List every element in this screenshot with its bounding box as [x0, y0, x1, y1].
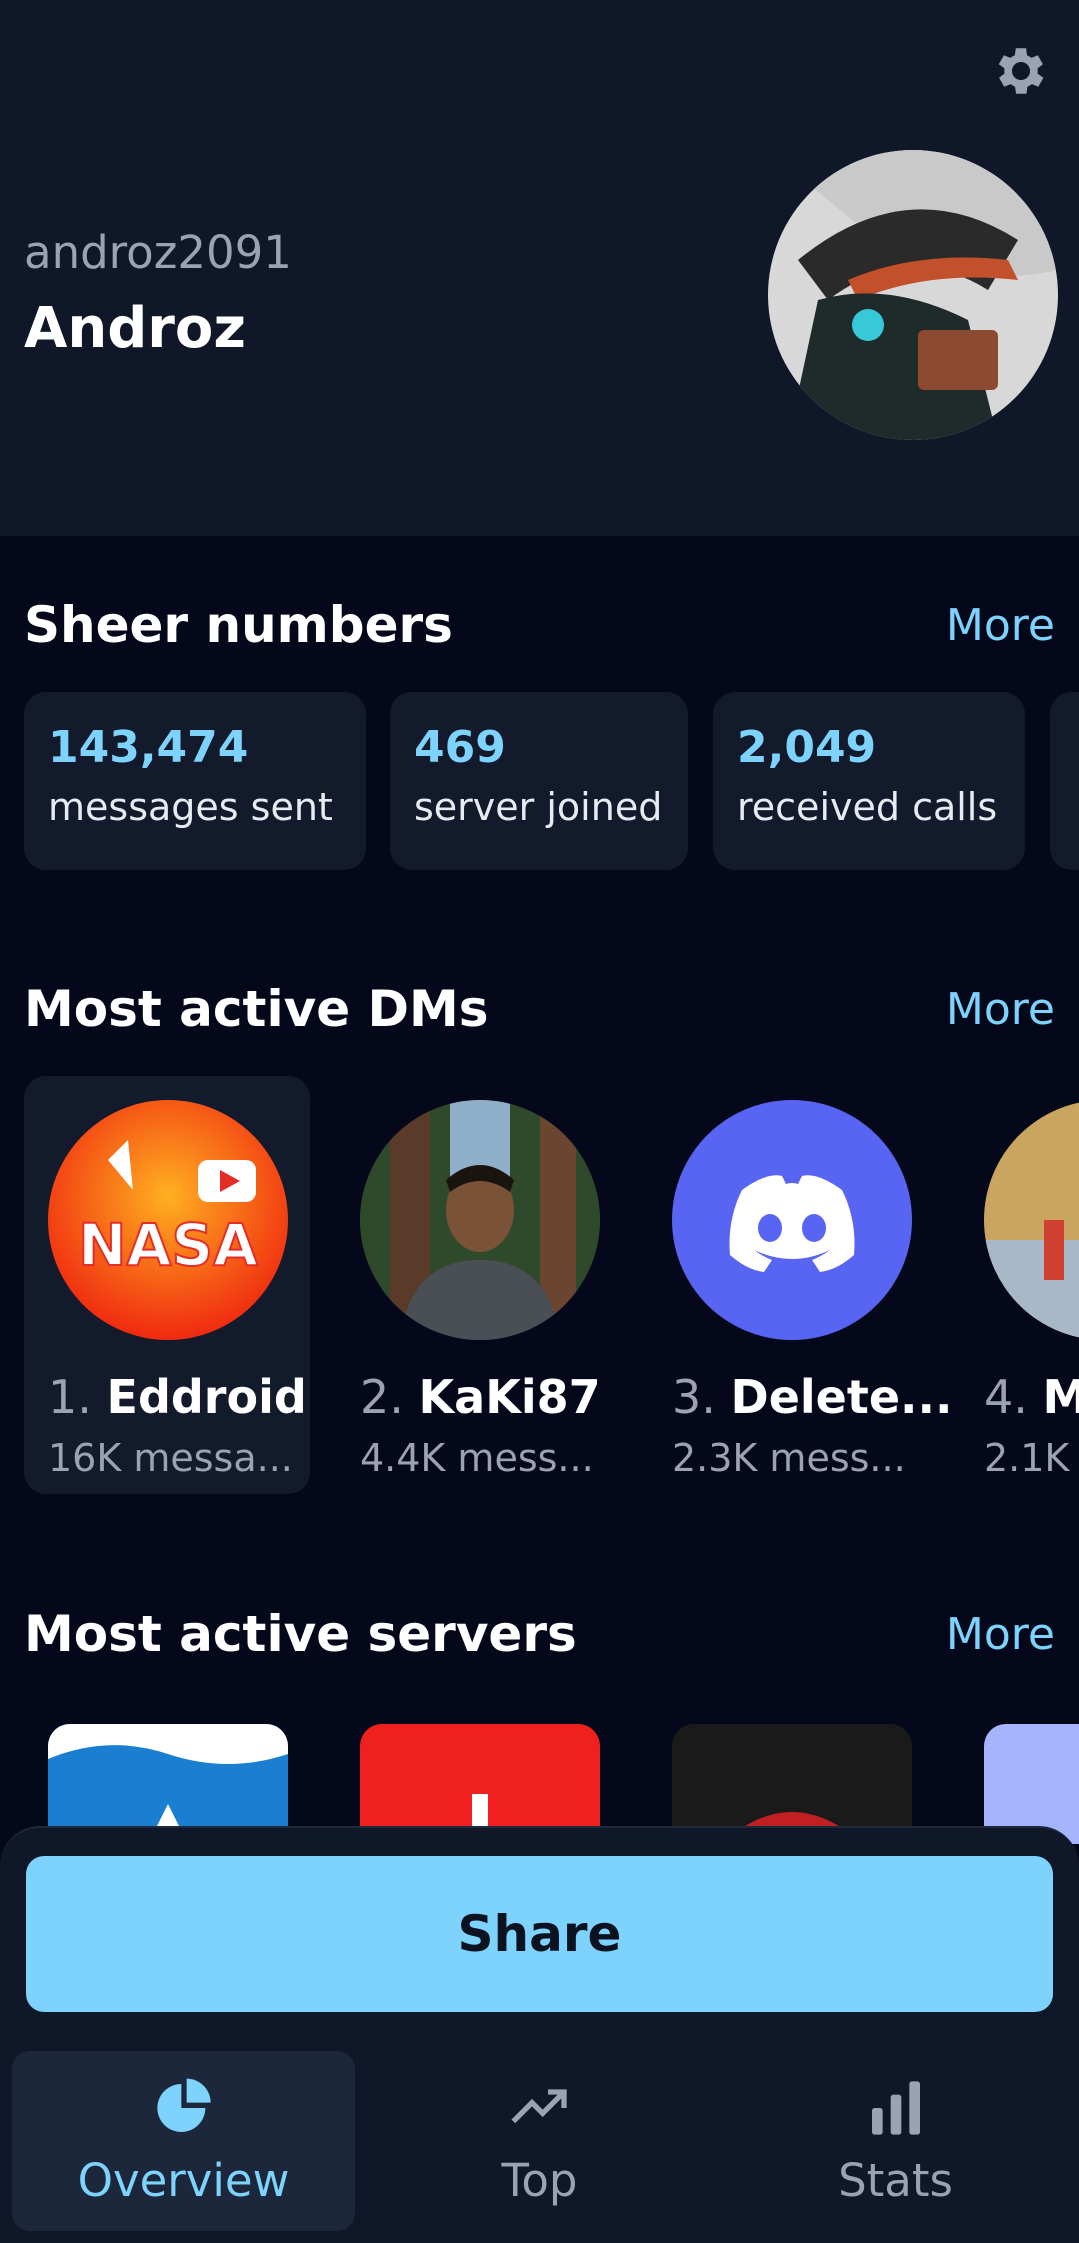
- dm-message-count: 4.4K mess...: [360, 1436, 594, 1480]
- gear-icon[interactable]: [990, 40, 1052, 102]
- profile-header: androz2091 Androz: [0, 0, 1079, 536]
- dm-avatar: [360, 1100, 600, 1340]
- dm-message-count: 2.1K r: [984, 1436, 1079, 1480]
- bar-chart-icon: [871, 2080, 920, 2135]
- username: androz2091: [24, 226, 292, 279]
- dm-avatar: NASA: [48, 1100, 288, 1340]
- bottom-nav: Overview Top Stats: [0, 2036, 1079, 2243]
- display-name: Androz: [24, 296, 246, 361]
- nav-label: Overview: [77, 2153, 290, 2207]
- nav-top[interactable]: Top: [368, 2051, 711, 2231]
- dms-more-link[interactable]: More: [946, 984, 1055, 1035]
- discord-icon: [672, 1100, 912, 1340]
- stat-label: messages sent: [48, 785, 333, 829]
- stat-label: received calls: [737, 785, 998, 829]
- dm-name: 3. Delete...: [672, 1370, 953, 1424]
- dm-message-count: 16K messa...: [48, 1436, 293, 1480]
- sheer-numbers-title: Sheer numbers: [24, 596, 453, 654]
- dm-name: 1. Eddroid: [48, 1370, 307, 1424]
- dm-card-deleted-user[interactable]: 3. Delete... 2.3K mess...: [648, 1076, 952, 1494]
- stat-card-servers: 469 server joined: [390, 692, 688, 870]
- trending-up-icon: [510, 2088, 567, 2123]
- stat-card-messages: 143,474 messages sent: [24, 692, 366, 870]
- stat-card-partial: [1050, 692, 1079, 870]
- stat-value: 143,474: [48, 722, 249, 773]
- dm-name: 2. KaKi87: [360, 1370, 601, 1424]
- nav-overview[interactable]: Overview: [12, 2051, 355, 2231]
- nav-stats[interactable]: Stats: [724, 2051, 1067, 2231]
- stat-value: 469: [414, 722, 506, 773]
- dm-card-eddroid[interactable]: NASA 1. Eddroid 16K messa...: [24, 1076, 310, 1494]
- pie-chart-icon: [156, 2078, 211, 2132]
- dms-title: Most active DMs: [24, 980, 489, 1038]
- dm-name: 4. M: [984, 1370, 1079, 1424]
- stat-label: server joined: [414, 785, 663, 829]
- dm-card-partial[interactable]: 4. M 2.1K r: [960, 1076, 1079, 1494]
- sheer-numbers-more-link[interactable]: More: [946, 600, 1055, 651]
- stat-card-calls: 2,049 received calls: [713, 692, 1025, 870]
- avatar: [768, 150, 1058, 440]
- servers-title: Most active servers: [24, 1605, 577, 1663]
- servers-more-link[interactable]: More: [946, 1609, 1055, 1660]
- nav-label: Stats: [838, 2153, 953, 2207]
- dm-card-kaki87[interactable]: 2. KaKi87 4.4K mess...: [336, 1076, 622, 1494]
- svg-text:NASA: NASA: [78, 1211, 258, 1279]
- nav-label: Top: [501, 2153, 578, 2207]
- dm-message-count: 2.3K mess...: [672, 1436, 906, 1480]
- share-panel: Share: [0, 1826, 1079, 2038]
- share-button[interactable]: Share: [26, 1856, 1053, 2012]
- stat-value: 2,049: [737, 722, 877, 773]
- dm-avatar: [984, 1100, 1079, 1340]
